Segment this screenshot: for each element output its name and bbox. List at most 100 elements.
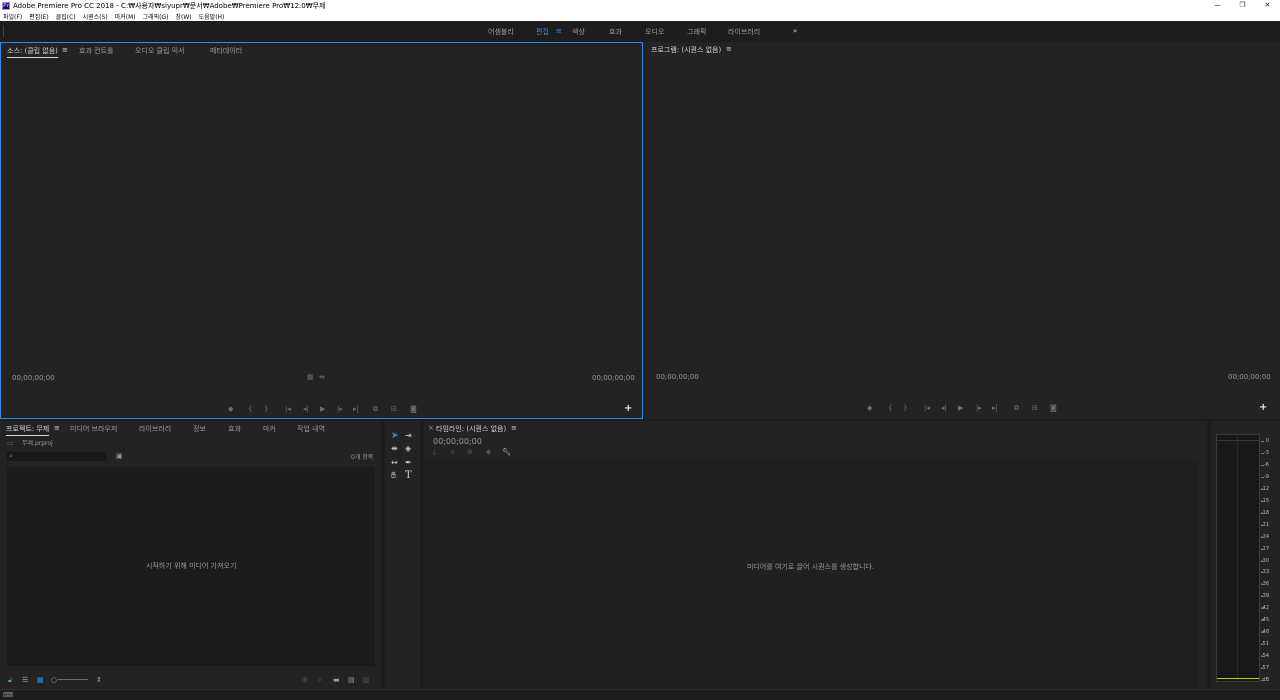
- timeline-add-marker-icon[interactable]: ◆: [486, 448, 491, 456]
- snap-icon[interactable]: ∩: [450, 448, 455, 456]
- close-window-button[interactable]: ✕: [1255, 0, 1280, 11]
- menu-window[interactable]: 창(W): [176, 12, 192, 21]
- menu-edit[interactable]: 편집(E): [29, 12, 49, 21]
- workspace-editing-menu-icon[interactable]: ≡: [556, 27, 562, 35]
- new-search-bin-icon[interactable]: ▣: [116, 452, 123, 460]
- workspace-tab-color[interactable]: 색상: [572, 27, 585, 37]
- tab-metadata[interactable]: 메타데이터: [210, 46, 242, 56]
- clear-icon[interactable]: ▥: [363, 676, 370, 684]
- tab-markers[interactable]: 마커: [263, 424, 276, 434]
- insert-overwrite-sequences-icon[interactable]: ⤓: [433, 448, 436, 457]
- tab-source[interactable]: 소스: (클립 없음): [7, 46, 58, 58]
- timeline-close-icon[interactable]: ×: [428, 424, 434, 432]
- zoom-slider-track[interactable]: [58, 679, 88, 680]
- project-writable-lock-icon[interactable]: 🔓︎: [8, 676, 13, 685]
- extract-icon[interactable]: ⊟: [1032, 404, 1038, 412]
- menu-sequence[interactable]: 시퀀스(S): [83, 12, 108, 21]
- source-playhead-timecode[interactable]: 00;00;00;00: [12, 374, 55, 382]
- status-bar-icon: ⌨: [3, 691, 14, 699]
- zoom-slider-handle-icon[interactable]: ○: [51, 676, 57, 684]
- play-icon[interactable]: ▶: [320, 405, 325, 413]
- audio-meter-tick: [1261, 668, 1264, 670]
- source-drag-audio-icon[interactable]: ⇹: [319, 373, 325, 381]
- sort-icons-icon[interactable]: ⇕: [96, 676, 102, 684]
- icon-view-icon[interactable]: ▦: [37, 676, 44, 684]
- menu-clip[interactable]: 클립(C): [56, 12, 76, 21]
- audio-meter-peak-indicators[interactable]: [1217, 435, 1259, 441]
- source-drag-video-icon[interactable]: ▦: [307, 373, 314, 381]
- step-back-icon[interactable]: ◂|: [303, 405, 309, 413]
- timeline-timecode[interactable]: 00;00;00;00: [433, 437, 482, 446]
- workspace-tab-graphics[interactable]: 그래픽: [687, 27, 706, 37]
- program-mark-in-icon[interactable]: {: [888, 404, 892, 412]
- insert-icon[interactable]: ⧉: [373, 405, 378, 414]
- program-button-editor-icon[interactable]: +: [1259, 402, 1267, 413]
- workspace-tab-libraries[interactable]: 라이브러리: [728, 27, 760, 37]
- timeline-settings-wrench-icon[interactable]: 🔧︎: [502, 448, 511, 456]
- linked-selection-icon[interactable]: ⊕: [467, 448, 473, 456]
- lift-icon[interactable]: ⧉: [1014, 404, 1019, 413]
- workspace-tab-assembly[interactable]: 어셈블리: [488, 27, 514, 37]
- tab-audio-clip-mixer[interactable]: 오디오 클립 믹서: [135, 46, 185, 56]
- menu-marker[interactable]: 마커(M): [115, 12, 136, 21]
- project-search-input[interactable]: ⌕: [7, 452, 106, 461]
- tab-timeline[interactable]: 타임라인: (시퀀스 없음): [436, 424, 506, 434]
- overwrite-icon[interactable]: ⊟: [391, 405, 397, 413]
- restore-button[interactable]: ❐: [1230, 0, 1255, 11]
- tab-effect-controls[interactable]: 효과 컨트롤: [79, 46, 113, 56]
- mark-out-icon[interactable]: }: [264, 405, 268, 413]
- menu-help[interactable]: 도움말(H): [199, 12, 225, 21]
- program-add-marker-icon[interactable]: ◆: [867, 404, 872, 412]
- tab-libraries[interactable]: 라이브러리: [139, 424, 171, 434]
- workspace-tab-audio[interactable]: 오디오: [645, 27, 664, 37]
- workspace-overflow-icon[interactable]: »: [793, 27, 797, 35]
- program-mark-out-icon[interactable]: }: [903, 404, 907, 412]
- minimize-button[interactable]: —: [1205, 0, 1230, 11]
- tab-media-browser[interactable]: 미디어 브라우저: [70, 424, 117, 434]
- timeline-tab-menu-icon[interactable]: ≡: [511, 424, 517, 432]
- razor-tool-icon[interactable]: ◈: [405, 444, 411, 453]
- menu-file[interactable]: 파일(F): [3, 12, 22, 21]
- tab-history[interactable]: 작업 내역: [297, 424, 325, 434]
- project-bin-area[interactable]: 시작하기 위해 미디어 가져오기: [7, 467, 375, 666]
- program-playhead-timecode[interactable]: 00;00;00;00: [656, 373, 699, 381]
- tab-project[interactable]: 프로젝트: 무제: [6, 424, 50, 436]
- go-to-out-icon[interactable]: ▸|: [353, 405, 359, 413]
- slip-tool-icon[interactable]: ↔: [391, 458, 398, 467]
- go-to-in-icon[interactable]: |◂: [285, 405, 291, 413]
- program-play-icon[interactable]: ▶: [958, 404, 963, 412]
- step-forward-icon[interactable]: |▸: [337, 405, 343, 413]
- export-frame-icon[interactable]: ◙: [410, 405, 417, 413]
- program-go-to-in-icon[interactable]: |◂: [924, 404, 930, 412]
- workspace-tab-effects[interactable]: 효과: [609, 27, 622, 37]
- source-tab-menu-icon[interactable]: ≡: [62, 46, 68, 54]
- program-tab-menu-icon[interactable]: ≡: [726, 45, 732, 53]
- tab-effects[interactable]: 효과: [228, 424, 241, 434]
- tab-info[interactable]: 정보: [193, 424, 206, 434]
- ripple-edit-tool-icon[interactable]: ⇼: [391, 444, 398, 453]
- project-empty-message[interactable]: 시작하기 위해 미디어 가져오기: [146, 561, 236, 571]
- list-view-icon[interactable]: ☰: [22, 676, 28, 684]
- add-marker-icon[interactable]: ◆: [228, 405, 233, 413]
- program-export-frame-icon[interactable]: ◙: [1050, 404, 1057, 412]
- hand-tool-icon[interactable]: ✋︎: [391, 471, 396, 481]
- pen-tool-icon[interactable]: ✒: [405, 458, 412, 467]
- track-select-tool-icon[interactable]: ⇥: [405, 431, 412, 440]
- project-tab-menu-icon[interactable]: ≡: [54, 424, 60, 432]
- new-item-icon[interactable]: ▤: [348, 676, 355, 684]
- mark-in-icon[interactable]: {: [248, 405, 252, 413]
- type-tool-icon[interactable]: T: [405, 470, 412, 481]
- automate-to-sequence-icon[interactable]: ⊞: [302, 676, 308, 684]
- source-button-editor-icon[interactable]: +: [624, 403, 632, 414]
- program-step-forward-icon[interactable]: |▸: [976, 404, 982, 412]
- tab-program[interactable]: 프로그램: (시퀀스 없음): [651, 45, 721, 55]
- program-go-to-out-icon[interactable]: ▸|: [992, 404, 998, 412]
- window-title: Adobe Premiere Pro CC 2018 - C:₩사용자₩siyu…: [13, 1, 326, 10]
- selection-tool-icon[interactable]: ➤: [391, 431, 399, 441]
- find-icon[interactable]: ⌕: [318, 676, 322, 685]
- timeline-track-area[interactable]: 미디어를 여기로 끌어 시퀀스를 생성합니다.: [424, 459, 1198, 689]
- new-bin-icon[interactable]: ▬: [333, 676, 340, 684]
- menu-graphics[interactable]: 그래픽(G): [143, 12, 169, 21]
- workspace-tab-editing[interactable]: 편집: [536, 27, 549, 37]
- program-step-back-icon[interactable]: ◂|: [941, 404, 947, 412]
